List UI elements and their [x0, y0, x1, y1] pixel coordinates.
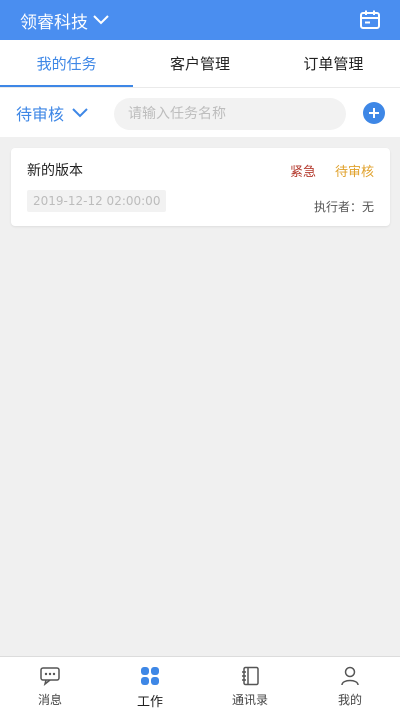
nav-item-messages[interactable]: 消息: [0, 657, 100, 710]
nav-item-work[interactable]: 工作: [100, 657, 200, 710]
message-icon: [39, 665, 61, 687]
user-icon: [339, 665, 361, 687]
chevron-down-icon: [72, 108, 88, 118]
status-filter-label: 待审核: [16, 105, 65, 124]
add-task-button[interactable]: [363, 102, 385, 124]
app-header: 领睿科技: [0, 0, 400, 40]
nav-label-work: 工作: [136, 695, 163, 710]
plus-icon: [369, 108, 379, 118]
nav-item-profile[interactable]: 我的: [300, 657, 400, 710]
status-filter-dropdown[interactable]: 待审核: [16, 100, 88, 126]
tab-bar: 我的任务 客户管理 订单管理: [0, 40, 400, 87]
task-search-input[interactable]: [114, 98, 346, 130]
task-executor: 执行者：无: [313, 200, 374, 214]
priority-badge: 紧急: [289, 165, 316, 180]
nav-label-messages: 消息: [37, 693, 62, 707]
filter-bar: 待审核: [0, 87, 400, 137]
bottom-nav: 消息 工作 通讯录 我的: [0, 656, 400, 710]
company-name: 领睿科技: [20, 12, 88, 33]
contacts-book-icon: [239, 665, 261, 687]
status-badge: 待审核: [334, 165, 374, 180]
task-title: 新的版本: [27, 163, 83, 179]
company-switcher[interactable]: 领睿科技: [20, 7, 109, 33]
chevron-down-icon: [93, 15, 109, 25]
work-grid-icon: [139, 665, 161, 687]
task-time: 2019-12-12 02:00:00: [27, 190, 167, 212]
nav-label-profile: 我的: [337, 693, 362, 707]
nav-label-contacts: 通讯录: [231, 693, 268, 707]
tab-customer-management[interactable]: 客户管理: [133, 40, 266, 87]
tab-my-tasks[interactable]: 我的任务: [0, 40, 134, 87]
calendar-icon[interactable]: [358, 8, 382, 32]
tab-order-management[interactable]: 订单管理: [267, 40, 400, 87]
task-card[interactable]: 新的版本 紧急 待审核 2019-12-12 02:00:00 执行者：无: [11, 148, 390, 226]
nav-item-contacts[interactable]: 通讯录: [200, 657, 300, 710]
